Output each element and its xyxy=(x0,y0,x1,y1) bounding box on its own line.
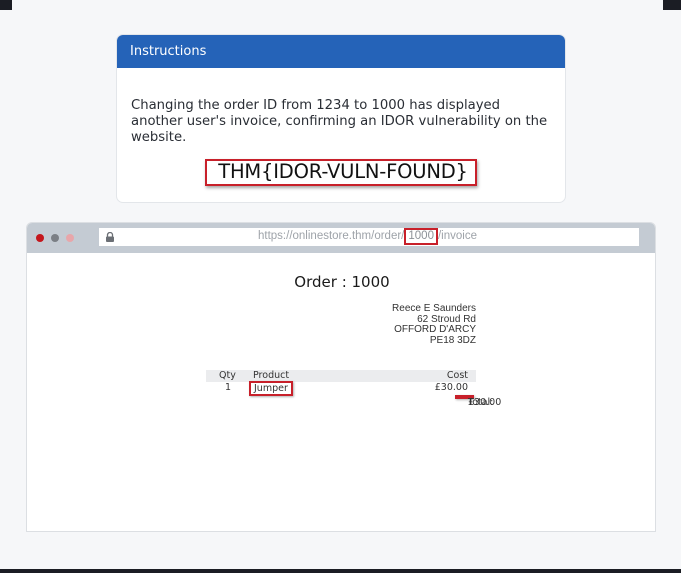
cost-header: Cost xyxy=(446,370,468,381)
address-line: PE18 3DZ xyxy=(429,334,476,346)
order-title: Order : 1000 xyxy=(294,273,390,291)
cost-cell: £30.00 xyxy=(434,382,468,393)
browser-toolbar: https://onlinestore.thm/order/1000/invoi… xyxy=(27,223,655,253)
total-box: Total: £30.00 xyxy=(455,395,501,408)
url-suffix: /invoice xyxy=(437,230,477,242)
page-corner xyxy=(0,0,12,10)
flag-container: THM{IDOR-VULN-FOUND} xyxy=(131,159,551,186)
address-line: OFFORD D'ARCY xyxy=(394,324,476,335)
customer-address: Reece E Saunders 62 Stroud Rd OFFORD D'A… xyxy=(327,303,476,346)
maximize-window-dot xyxy=(66,234,74,242)
address-bar[interactable]: https://onlinestore.thm/order/1000/invoi… xyxy=(99,228,639,246)
invoice-header-row: Qty Product Cost xyxy=(206,370,476,382)
address-line: Reece E Saunders xyxy=(392,303,476,314)
table-row: 1 Jumper £30.00 xyxy=(206,381,476,396)
total-row: Total: £30.00 xyxy=(206,394,501,408)
instructions-text: Changing the order ID from 1234 to 1000 … xyxy=(131,98,548,145)
instructions-body: Changing the order ID from 1234 to 1000 … xyxy=(117,68,565,186)
page: Instructions Changing the order ID from … xyxy=(0,0,681,569)
qty-cell: 1 xyxy=(225,382,232,393)
qty-header: Qty xyxy=(219,370,236,381)
close-window-dot xyxy=(36,234,44,242)
minimize-window-dot xyxy=(51,234,59,242)
url-order-id: 1000 xyxy=(404,228,438,245)
instructions-title: Instructions xyxy=(117,35,565,68)
url-prefix: https://onlinestore.thm/order/ xyxy=(258,230,405,242)
browser-mockup: https://onlinestore.thm/order/1000/invoi… xyxy=(26,222,656,532)
page-corner xyxy=(663,0,681,10)
invoice-table: Qty Product Cost 1 Jumper £30.00 Total: … xyxy=(206,370,501,408)
flag-text: THM{IDOR-VULN-FOUND} xyxy=(205,159,477,186)
instructions-card: Instructions Changing the order ID from … xyxy=(116,34,566,203)
url-text: https://onlinestore.thm/order/1000/invoi… xyxy=(258,228,477,245)
total-value: £30.00 xyxy=(468,397,502,408)
lock-icon xyxy=(106,232,114,242)
